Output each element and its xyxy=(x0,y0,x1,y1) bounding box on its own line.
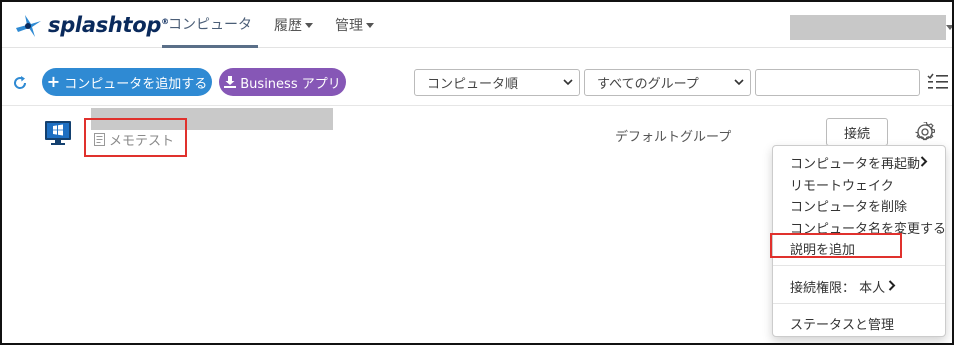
nav-management[interactable]: 管理 xyxy=(329,2,380,48)
menu-divider xyxy=(773,303,945,304)
chevron-right-icon xyxy=(888,280,896,291)
menu-divider xyxy=(773,265,945,266)
nav-history[interactable]: 履歴 xyxy=(268,2,319,48)
gear-icon[interactable] xyxy=(915,122,935,142)
nav-history-label: 履歴 xyxy=(274,18,302,34)
menu-item-remote-wake-label: リモートウェイク xyxy=(790,179,894,194)
group-filter-select[interactable]: すべてのグループ xyxy=(584,69,751,96)
list-view-icon[interactable] xyxy=(927,72,949,92)
computer-group: デフォルトグループ xyxy=(615,130,732,145)
sort-order-value: コンピュータ順 xyxy=(427,77,519,92)
caret-down-icon xyxy=(305,22,313,28)
business-app-label: Business アプリ xyxy=(240,76,341,92)
refresh-icon[interactable] xyxy=(12,75,28,91)
business-app-button[interactable]: Business アプリ xyxy=(219,68,346,96)
nav-computers-label: コンピュータ xyxy=(168,16,252,33)
add-computer-button[interactable]: + コンピュータを追加する xyxy=(42,68,212,96)
connect-label: 接続 xyxy=(843,126,870,142)
top-nav-bar: splashtop® コンピュータ 履歴 管理 xyxy=(2,2,952,48)
menu-item-remote-wake[interactable]: リモートウェイク xyxy=(790,175,894,194)
splashtop-logo[interactable]: splashtop® xyxy=(12,8,169,42)
menu-item-restart[interactable]: コンピュータを再起動 xyxy=(790,153,920,172)
add-description-highlight-box xyxy=(770,233,902,258)
caret-down-icon xyxy=(366,22,374,28)
chevron-right-icon xyxy=(920,156,928,167)
caret-down-icon xyxy=(946,25,952,30)
app-window: splashtop® コンピュータ 履歴 管理 + コンピュータを追加する Bu… xyxy=(0,0,954,345)
download-icon xyxy=(224,76,237,88)
group-filter-value: すべてのグループ xyxy=(597,77,699,92)
splashtop-logo-icon xyxy=(16,15,41,37)
menu-item-delete-computer[interactable]: コンピュータを削除 xyxy=(790,196,907,215)
menu-item-status-management[interactable]: ステータスと管理 xyxy=(790,314,894,333)
logo-text: splashtop® xyxy=(48,13,169,37)
add-computer-label: コンピュータを追加する xyxy=(64,76,208,92)
status-management-label: ステータスと管理 xyxy=(790,318,895,333)
menu-item-delete-computer-label: コンピュータを削除 xyxy=(790,200,908,215)
chevron-down-icon xyxy=(563,79,573,86)
menu-item-access-permission[interactable]: 接続権限： 本人 xyxy=(790,277,885,296)
windows-computer-icon xyxy=(45,121,71,145)
sort-order-select[interactable]: コンピュータ順 xyxy=(414,69,580,96)
nav-computers[interactable]: コンピュータ xyxy=(162,2,258,48)
permission-label: 接続権限： xyxy=(790,281,856,296)
menu-item-restart-label: コンピュータを再起動 xyxy=(790,157,921,172)
permission-value: 本人 xyxy=(859,281,886,296)
search-input[interactable] xyxy=(755,69,920,96)
nav-management-label: 管理 xyxy=(335,18,363,34)
plus-icon: + xyxy=(46,72,61,91)
toolbar: + コンピュータを追加する Business アプリ コンピュータ順 すべてのグ… xyxy=(2,58,952,106)
chevron-down-icon xyxy=(734,79,744,86)
user-account-menu[interactable] xyxy=(790,15,946,40)
memo-highlight-box xyxy=(84,118,187,157)
main-nav: コンピュータ 履歴 管理 xyxy=(162,2,390,48)
connect-button[interactable]: 接続 xyxy=(826,118,888,146)
